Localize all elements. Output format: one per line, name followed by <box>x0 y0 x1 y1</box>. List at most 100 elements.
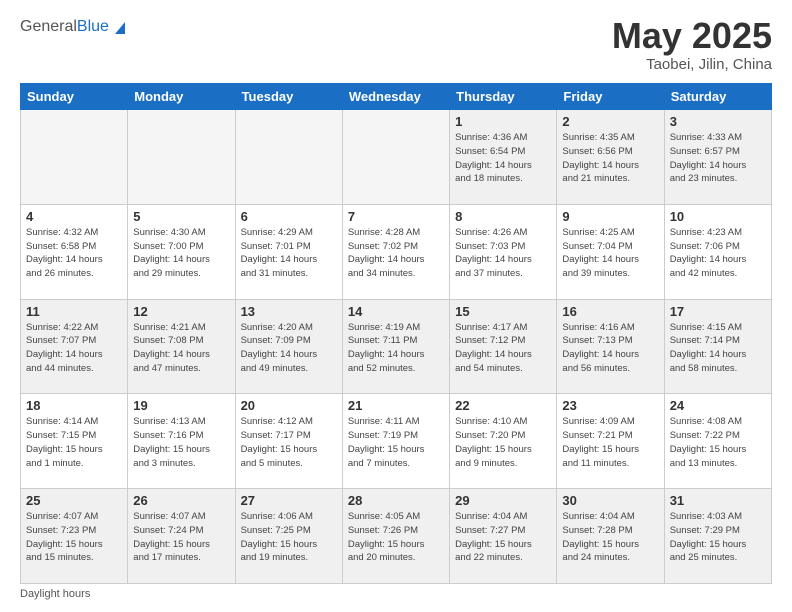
day-info: Sunrise: 4:05 AMSunset: 7:26 PMDaylight:… <box>348 510 444 565</box>
calendar-day: 16Sunrise: 4:16 AMSunset: 7:13 PMDayligh… <box>557 299 664 394</box>
calendar-day: 31Sunrise: 4:03 AMSunset: 7:29 PMDayligh… <box>664 489 771 584</box>
calendar-day: 5Sunrise: 4:30 AMSunset: 7:00 PMDaylight… <box>128 204 235 299</box>
calendar-day: 26 Sunrise: 4:07 AMSunset: 7:24 PMDayligh… <box>128 489 235 584</box>
calendar-day: 8Sunrise: 4:26 AMSunset: 7:03 PMDaylight… <box>450 204 557 299</box>
day-number: 11 <box>26 304 122 319</box>
day-number: 4 <box>26 209 122 224</box>
day-info: Sunrise: 4:04 AMSunset: 7:28 PMDaylight:… <box>562 510 658 565</box>
day-info: Sunrise: 4:04 AMSunset: 7:27 PMDaylight:… <box>455 510 551 565</box>
day-number: 6 <box>241 209 337 224</box>
day-number: 3 <box>670 114 766 129</box>
page: GeneralBlue May 2025 Taobei, Jilin, Chin… <box>0 0 792 612</box>
day-info: Sunrise: 4:07 AMSunset: 7:23 PMDaylight:… <box>26 510 122 565</box>
day-info: Sunrise: 4:21 AMSunset: 7:08 PMDaylight:… <box>133 321 229 376</box>
calendar-day <box>128 110 235 205</box>
logo-blue-text: Blue <box>77 18 109 36</box>
calendar-day: 15 Sunrise: 4:17 AMSunset: 7:12 PMDayligh… <box>450 299 557 394</box>
day-info: Sunrise: 4:23 AMSunset: 7:06 PMDaylight:… <box>670 226 766 281</box>
col-header-thursday: Thursday <box>450 84 557 110</box>
day-number: 14 <box>348 304 444 319</box>
calendar-day: 28 Sunrise: 4:05 AMSunset: 7:26 PMDayligh… <box>342 489 449 584</box>
week-row-1: 1Sunrise: 4:36 AMSunset: 6:54 PMDaylight… <box>21 110 772 205</box>
day-number: 17 <box>670 304 766 319</box>
day-number: 23 <box>562 398 658 413</box>
day-info: Sunrise: 4:11 AMSunset: 7:19 PMDaylight:… <box>348 415 444 470</box>
calendar-day: 23 Sunrise: 4:09 AMSunset: 7:21 PMDayligh… <box>557 394 664 489</box>
day-info: Sunrise: 4:35 AMSunset: 6:56 PMDaylight:… <box>562 131 658 186</box>
calendar-day: 18Sunrise: 4:14 AMSunset: 7:15 PMDayligh… <box>21 394 128 489</box>
day-info: Sunrise: 4:12 AMSunset: 7:17 PMDaylight:… <box>241 415 337 470</box>
calendar-day: 7 Sunrise: 4:28 AMSunset: 7:02 PMDaylight… <box>342 204 449 299</box>
day-info: Sunrise: 4:20 AMSunset: 7:09 PMDaylight:… <box>241 321 337 376</box>
day-info: Sunrise: 4:30 AMSunset: 7:00 PMDaylight:… <box>133 226 229 281</box>
day-number: 19 <box>133 398 229 413</box>
col-header-monday: Monday <box>128 84 235 110</box>
day-info: Sunrise: 4:10 AMSunset: 7:20 PMDaylight:… <box>455 415 551 470</box>
day-info: Sunrise: 4:08 AMSunset: 7:22 PMDaylight:… <box>670 415 766 470</box>
col-header-friday: Friday <box>557 84 664 110</box>
day-info: Sunrise: 4:17 AMSunset: 7:12 PMDaylight:… <box>455 321 551 376</box>
calendar-day: 4 Sunrise: 4:32 AMSunset: 6:58 PMDaylight… <box>21 204 128 299</box>
calendar-day: 22 Sunrise: 4:10 AMSunset: 7:20 PMDayligh… <box>450 394 557 489</box>
day-number: 29 <box>455 493 551 508</box>
day-number: 31 <box>670 493 766 508</box>
day-number: 21 <box>348 398 444 413</box>
calendar-day: 14 Sunrise: 4:19 AMSunset: 7:11 PMDayligh… <box>342 299 449 394</box>
daylight-label: Daylight hours <box>20 588 90 600</box>
calendar-day: 6 Sunrise: 4:29 AMSunset: 7:01 PMDaylight… <box>235 204 342 299</box>
day-info: Sunrise: 4:07 AMSunset: 7:24 PMDaylight:… <box>133 510 229 565</box>
day-number: 7 <box>348 209 444 224</box>
day-info: Sunrise: 4:29 AMSunset: 7:01 PMDaylight:… <box>241 226 337 281</box>
calendar-day <box>235 110 342 205</box>
calendar-day: 29 Sunrise: 4:04 AMSunset: 7:27 PMDayligh… <box>450 489 557 584</box>
month-title: May 2025 <box>612 18 772 54</box>
logo-general-text: General <box>20 18 77 36</box>
day-number: 27 <box>241 493 337 508</box>
col-header-saturday: Saturday <box>664 84 771 110</box>
day-info: Sunrise: 4:09 AMSunset: 7:21 PMDaylight:… <box>562 415 658 470</box>
day-number: 20 <box>241 398 337 413</box>
day-number: 15 <box>455 304 551 319</box>
week-row-3: 11 Sunrise: 4:22 AMSunset: 7:07 PMDayligh… <box>21 299 772 394</box>
calendar-day: 12Sunrise: 4:21 AMSunset: 7:08 PMDayligh… <box>128 299 235 394</box>
calendar-day: 24 Sunrise: 4:08 AMSunset: 7:22 PMDayligh… <box>664 394 771 489</box>
calendar-day <box>342 110 449 205</box>
calendar-day: 20 Sunrise: 4:12 AMSunset: 7:17 PMDayligh… <box>235 394 342 489</box>
day-info: Sunrise: 4:22 AMSunset: 7:07 PMDaylight:… <box>26 321 122 376</box>
col-header-wednesday: Wednesday <box>342 84 449 110</box>
day-number: 2 <box>562 114 658 129</box>
calendar-day: 1Sunrise: 4:36 AMSunset: 6:54 PMDaylight… <box>450 110 557 205</box>
calendar-day: 27Sunrise: 4:06 AMSunset: 7:25 PMDayligh… <box>235 489 342 584</box>
col-header-sunday: Sunday <box>21 84 128 110</box>
day-number: 10 <box>670 209 766 224</box>
calendar-day: 3Sunrise: 4:33 AMSunset: 6:57 PMDaylight… <box>664 110 771 205</box>
day-info: Sunrise: 4:32 AMSunset: 6:58 PMDaylight:… <box>26 226 122 281</box>
header: GeneralBlue May 2025 Taobei, Jilin, Chin… <box>20 18 772 73</box>
calendar-day <box>21 110 128 205</box>
day-info: Sunrise: 4:28 AMSunset: 7:02 PMDaylight:… <box>348 226 444 281</box>
calendar-table: SundayMondayTuesdayWednesdayThursdayFrid… <box>20 83 772 584</box>
calendar-day: 21 Sunrise: 4:11 AMSunset: 7:19 PMDayligh… <box>342 394 449 489</box>
week-row-5: 25Sunrise: 4:07 AMSunset: 7:23 PMDayligh… <box>21 489 772 584</box>
day-number: 28 <box>348 493 444 508</box>
logo: GeneralBlue <box>20 18 129 36</box>
calendar-day: 11 Sunrise: 4:22 AMSunset: 7:07 PMDayligh… <box>21 299 128 394</box>
title-block: May 2025 Taobei, Jilin, China <box>612 18 772 73</box>
day-info: Sunrise: 4:25 AMSunset: 7:04 PMDaylight:… <box>562 226 658 281</box>
calendar-day: 10 Sunrise: 4:23 AMSunset: 7:06 PMDayligh… <box>664 204 771 299</box>
day-number: 9 <box>562 209 658 224</box>
day-info: Sunrise: 4:13 AMSunset: 7:16 PMDaylight:… <box>133 415 229 470</box>
day-info: Sunrise: 4:15 AMSunset: 7:14 PMDaylight:… <box>670 321 766 376</box>
day-number: 13 <box>241 304 337 319</box>
day-number: 16 <box>562 304 658 319</box>
calendar-header-row: SundayMondayTuesdayWednesdayThursdayFrid… <box>21 84 772 110</box>
day-info: Sunrise: 4:19 AMSunset: 7:11 PMDaylight:… <box>348 321 444 376</box>
week-row-2: 4 Sunrise: 4:32 AMSunset: 6:58 PMDaylight… <box>21 204 772 299</box>
footer-note: Daylight hours <box>20 588 772 600</box>
day-number: 24 <box>670 398 766 413</box>
calendar-day: 2 Sunrise: 4:35 AMSunset: 6:56 PMDaylight… <box>557 110 664 205</box>
day-number: 26 <box>133 493 229 508</box>
day-number: 22 <box>455 398 551 413</box>
day-number: 8 <box>455 209 551 224</box>
calendar-day: 13 Sunrise: 4:20 AMSunset: 7:09 PMDayligh… <box>235 299 342 394</box>
